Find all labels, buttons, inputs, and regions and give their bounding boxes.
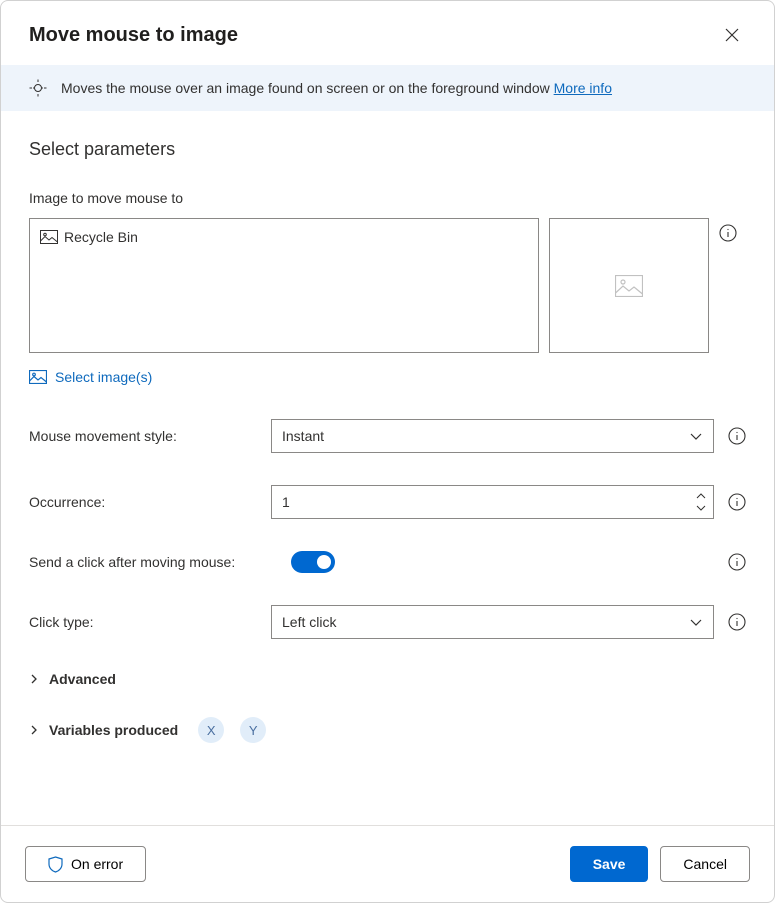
movement-style-value: Instant (282, 428, 324, 444)
spinner-down[interactable] (693, 502, 709, 514)
variables-produced-toggle[interactable]: Variables produced X Y (29, 717, 746, 743)
chevron-up-icon (696, 493, 706, 499)
click-type-value: Left click (282, 614, 336, 630)
image-preview (549, 218, 709, 353)
occurrence-value: 1 (282, 494, 290, 510)
movement-style-label: Mouse movement style: (29, 428, 257, 444)
save-button[interactable]: Save (570, 846, 649, 882)
info-description: Moves the mouse over an image found on s… (61, 80, 554, 96)
chevron-right-icon (29, 725, 39, 735)
cancel-button[interactable]: Cancel (660, 846, 750, 882)
variables-produced-label: Variables produced (49, 722, 178, 738)
image-icon (29, 370, 47, 384)
info-icon[interactable] (728, 493, 746, 511)
info-icon[interactable] (728, 613, 746, 631)
image-placeholder-icon (615, 275, 643, 297)
info-text: Moves the mouse over an image found on s… (61, 80, 612, 96)
target-icon (29, 79, 47, 97)
advanced-label: Advanced (49, 671, 116, 687)
advanced-toggle[interactable]: Advanced (29, 671, 746, 687)
select-images-link[interactable]: Select image(s) (29, 369, 152, 385)
chevron-down-icon (689, 615, 703, 629)
occurrence-label: Occurrence: (29, 494, 257, 510)
chevron-down-icon (696, 505, 706, 511)
section-title: Select parameters (29, 139, 746, 160)
info-bar: Moves the mouse over an image found on s… (1, 65, 774, 111)
toggle-knob (317, 555, 331, 569)
info-icon[interactable] (728, 427, 746, 445)
variable-x-chip[interactable]: X (198, 717, 224, 743)
click-type-dropdown[interactable]: Left click (271, 605, 714, 639)
on-error-label: On error (71, 856, 123, 872)
chevron-down-icon (689, 429, 703, 443)
close-button[interactable] (718, 21, 746, 49)
spinner-up[interactable] (693, 490, 709, 502)
occurrence-spinner[interactable]: 1 (271, 485, 714, 519)
variable-y-chip[interactable]: Y (240, 717, 266, 743)
image-selection-list[interactable]: Recycle Bin (29, 218, 539, 353)
send-click-toggle[interactable] (291, 551, 335, 573)
image-icon (40, 230, 58, 244)
send-click-label: Send a click after moving mouse: (29, 554, 277, 570)
info-icon[interactable] (719, 224, 737, 242)
info-icon[interactable] (728, 553, 746, 571)
on-error-button[interactable]: On error (25, 846, 146, 882)
click-type-label: Click type: (29, 614, 257, 630)
image-field-label: Image to move mouse to (29, 190, 746, 206)
shield-icon (48, 856, 63, 873)
chevron-right-icon (29, 674, 39, 684)
selected-image-name: Recycle Bin (64, 229, 138, 245)
more-info-link[interactable]: More info (554, 80, 612, 96)
close-icon (725, 28, 739, 42)
selected-image-chip[interactable]: Recycle Bin (40, 229, 138, 245)
movement-style-dropdown[interactable]: Instant (271, 419, 714, 453)
select-images-label: Select image(s) (55, 369, 152, 385)
dialog-title: Move mouse to image (29, 24, 238, 47)
